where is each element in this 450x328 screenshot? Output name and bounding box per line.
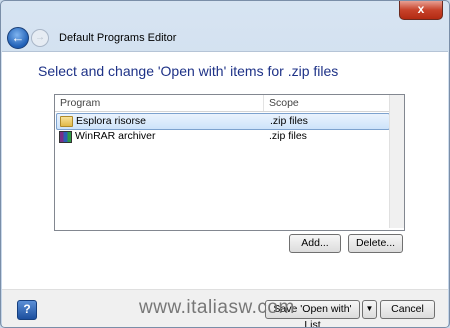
main-panel: Select and change 'Open with' items for … — [2, 51, 448, 289]
program-name: WinRAR archiver — [75, 130, 156, 142]
forward-button[interactable]: → — [31, 29, 49, 47]
winrar-icon — [59, 131, 72, 143]
folder-icon — [60, 116, 73, 127]
column-header-scope[interactable]: Scope — [269, 95, 299, 111]
help-icon[interactable]: ? — [17, 300, 37, 320]
back-button[interactable]: ← — [7, 27, 29, 49]
program-name: Esplora risorse — [76, 115, 147, 127]
column-separator[interactable] — [263, 95, 264, 111]
chevron-down-icon[interactable]: ▼ — [362, 300, 377, 319]
add-button[interactable]: Add... — [289, 234, 341, 253]
list-item[interactable]: Esplora risorse .zip files — [56, 113, 390, 130]
cancel-button[interactable]: Cancel — [380, 300, 435, 319]
dialog-window: x ← → Default Programs Editor Select and… — [0, 0, 450, 328]
list-item[interactable]: WinRAR archiver .zip files — [56, 129, 390, 144]
close-button[interactable]: x — [399, 1, 443, 20]
page-heading: Select and change 'Open with' items for … — [38, 63, 339, 79]
program-scope: .zip files — [270, 115, 308, 127]
programs-list[interactable]: Program Scope Esplora risorse .zip files… — [54, 94, 405, 231]
title-bar: x ← → Default Programs Editor — [1, 1, 449, 51]
program-scope: .zip files — [269, 130, 307, 142]
window-title: Default Programs Editor — [59, 32, 177, 44]
watermark-text: www.italiasw.com — [139, 297, 295, 318]
column-header-program[interactable]: Program — [60, 95, 100, 111]
delete-button[interactable]: Delete... — [348, 234, 403, 253]
vertical-scrollbar[interactable] — [389, 95, 404, 228]
list-header: Program Scope — [55, 95, 389, 112]
